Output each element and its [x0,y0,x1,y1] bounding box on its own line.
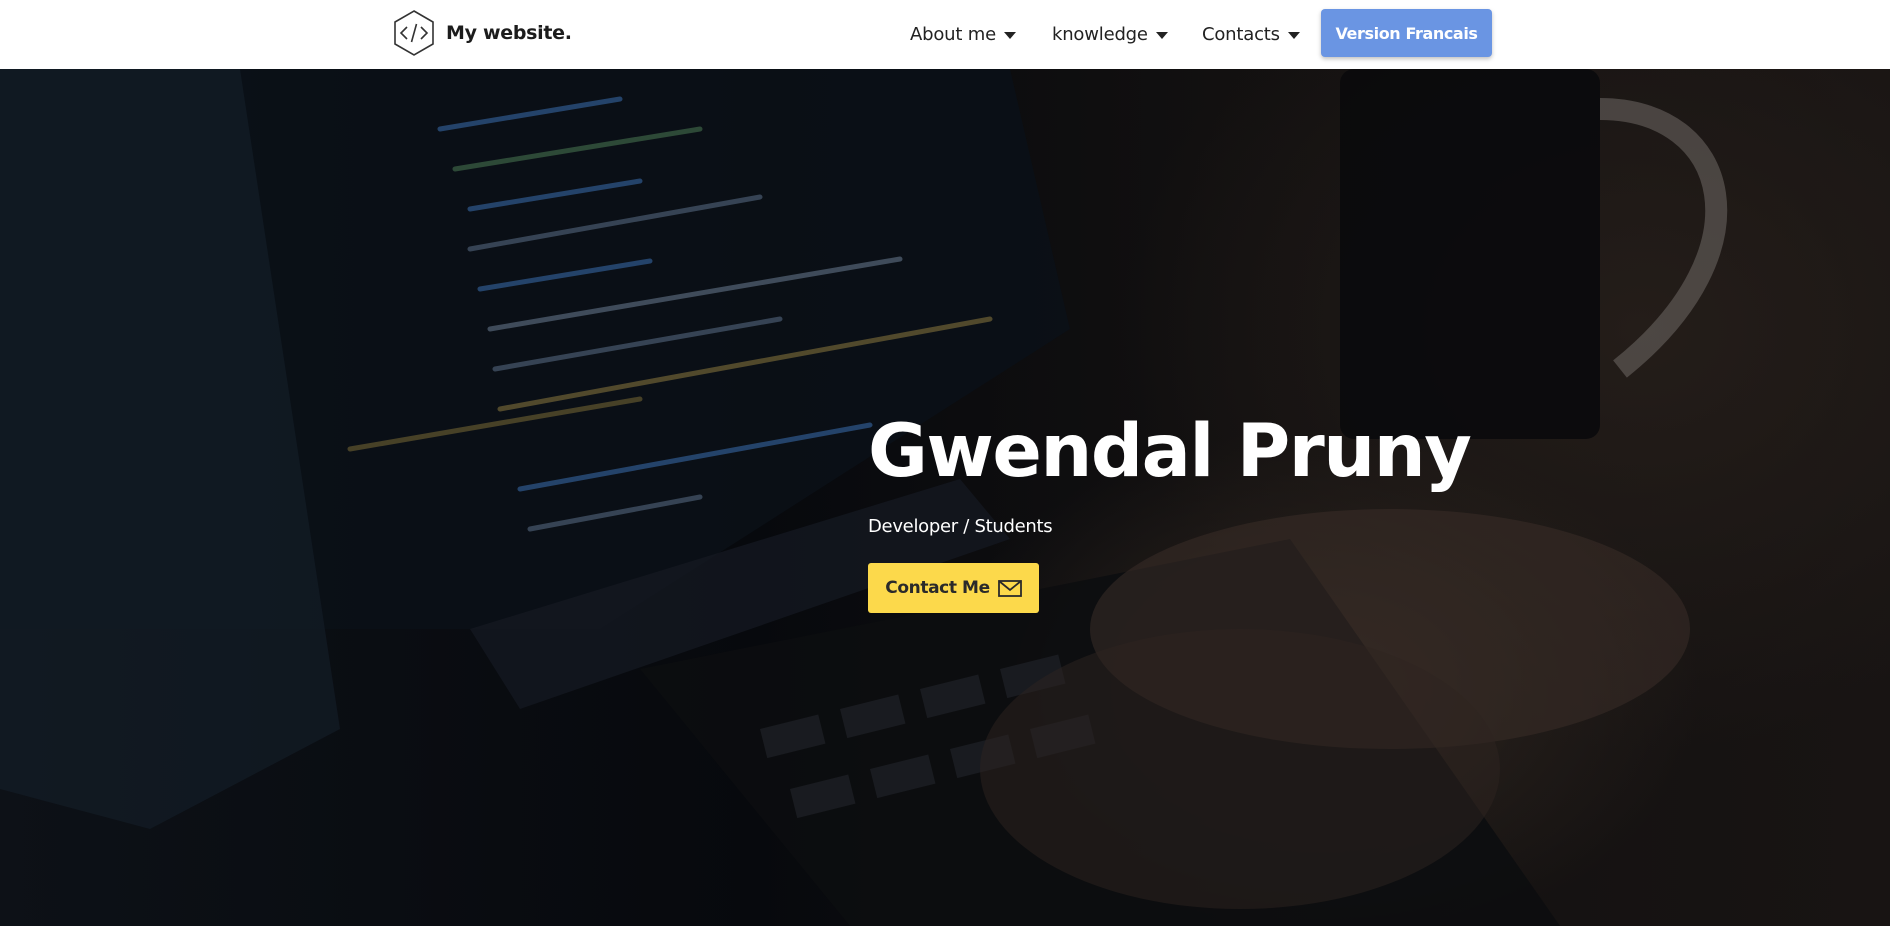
caret-down-icon [1287,32,1300,39]
envelope-icon [997,579,1022,597]
hero-subtitle: Developer / Students [868,516,1053,537]
main-nav-knowledge: knowledge [1052,0,1168,69]
site-header: My website. About me knowledge Contacts … [0,0,1890,69]
main-nav: About me [910,0,1016,69]
language-switch-button[interactable]: Version Francais [1321,9,1492,57]
hero-content: Gwendal Pruny Developer / Students Conta… [868,409,1472,613]
brand-name: My website. [446,22,572,44]
caret-down-icon [1003,32,1016,39]
code-hexagon-icon [394,10,434,56]
hero-section: Gwendal Pruny Developer / Students Conta… [0,69,1890,926]
nav-item-contacts[interactable]: Contacts [1202,24,1300,45]
nav-item-label: knowledge [1052,24,1148,45]
contact-button-label: Contact Me [885,578,990,598]
contact-me-button[interactable]: Contact Me [868,563,1039,613]
brand-link[interactable]: My website. [392,9,572,57]
nav-item-knowledge[interactable]: knowledge [1052,24,1168,45]
nav-item-label: About me [910,24,996,45]
nav-item-label: Contacts [1202,24,1280,45]
caret-down-icon [1155,32,1168,39]
main-nav-contacts: Contacts [1202,0,1300,69]
nav-item-about-me[interactable]: About me [910,24,1016,45]
hero-title: Gwendal Pruny [868,409,1472,494]
